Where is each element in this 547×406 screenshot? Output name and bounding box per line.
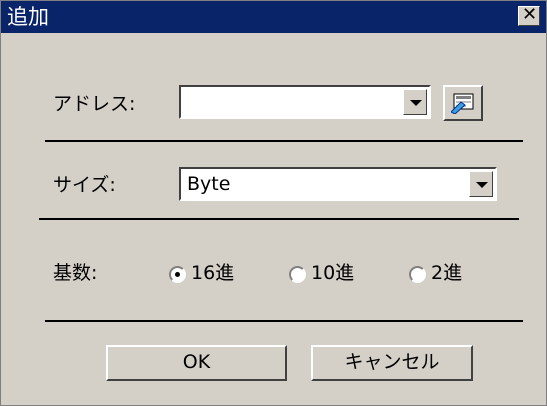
chevron-down-icon (476, 182, 488, 188)
close-icon: ✕ (522, 4, 538, 25)
radix-option-bin[interactable]: 2進 (409, 261, 499, 287)
address-dropdown-button[interactable] (403, 89, 427, 115)
radio-circle (409, 266, 426, 283)
add-dialog: 追加 ✕ アドレス: サイズ: Byte 基数: 16進 10進 2進 OK キ… (0, 0, 547, 406)
radio-circle (289, 266, 306, 283)
address-label: アドレス: (53, 93, 136, 115)
separator-2 (39, 218, 519, 220)
close-button[interactable]: ✕ (518, 4, 540, 26)
radio-selected-dot (175, 272, 180, 277)
ok-button[interactable]: OK (106, 345, 287, 381)
radix-option-dec[interactable]: 10進 (289, 261, 389, 287)
size-select[interactable]: Byte (179, 167, 497, 201)
separator-3 (45, 320, 523, 322)
cancel-button[interactable]: キャンセル (311, 345, 473, 381)
dialog-title: 追加 (7, 5, 49, 29)
address-browse-button[interactable] (443, 85, 483, 121)
radix-option-label: 10進 (311, 262, 355, 284)
memory-card-icon (451, 93, 474, 114)
radix-label: 基数: (53, 262, 98, 284)
size-selected-value: Byte (187, 173, 231, 195)
size-label: サイズ: (53, 174, 116, 196)
radix-option-label: 16進 (191, 262, 235, 284)
separator-1 (45, 140, 523, 142)
chevron-down-icon (410, 100, 422, 106)
radix-option-hex[interactable]: 16進 (169, 261, 269, 287)
radix-option-label: 2進 (431, 262, 463, 284)
address-combobox[interactable] (179, 85, 431, 119)
title-bar: 追加 ✕ (1, 1, 546, 33)
radio-circle (169, 266, 186, 283)
size-dropdown-button[interactable] (469, 171, 493, 197)
